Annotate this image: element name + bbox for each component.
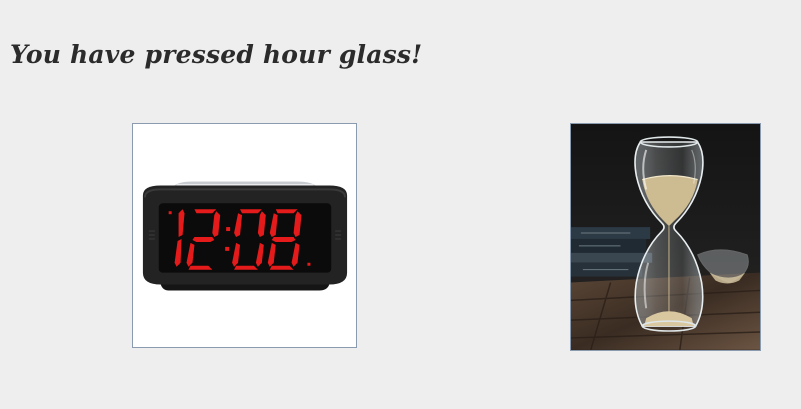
hourglass-icon (571, 124, 760, 350)
digital-alarm-clock-icon (133, 124, 356, 347)
status-message: You have pressed hour glass! (10, 40, 423, 69)
clock-button[interactable] (132, 123, 357, 348)
hourglass-button[interactable] (570, 123, 761, 351)
